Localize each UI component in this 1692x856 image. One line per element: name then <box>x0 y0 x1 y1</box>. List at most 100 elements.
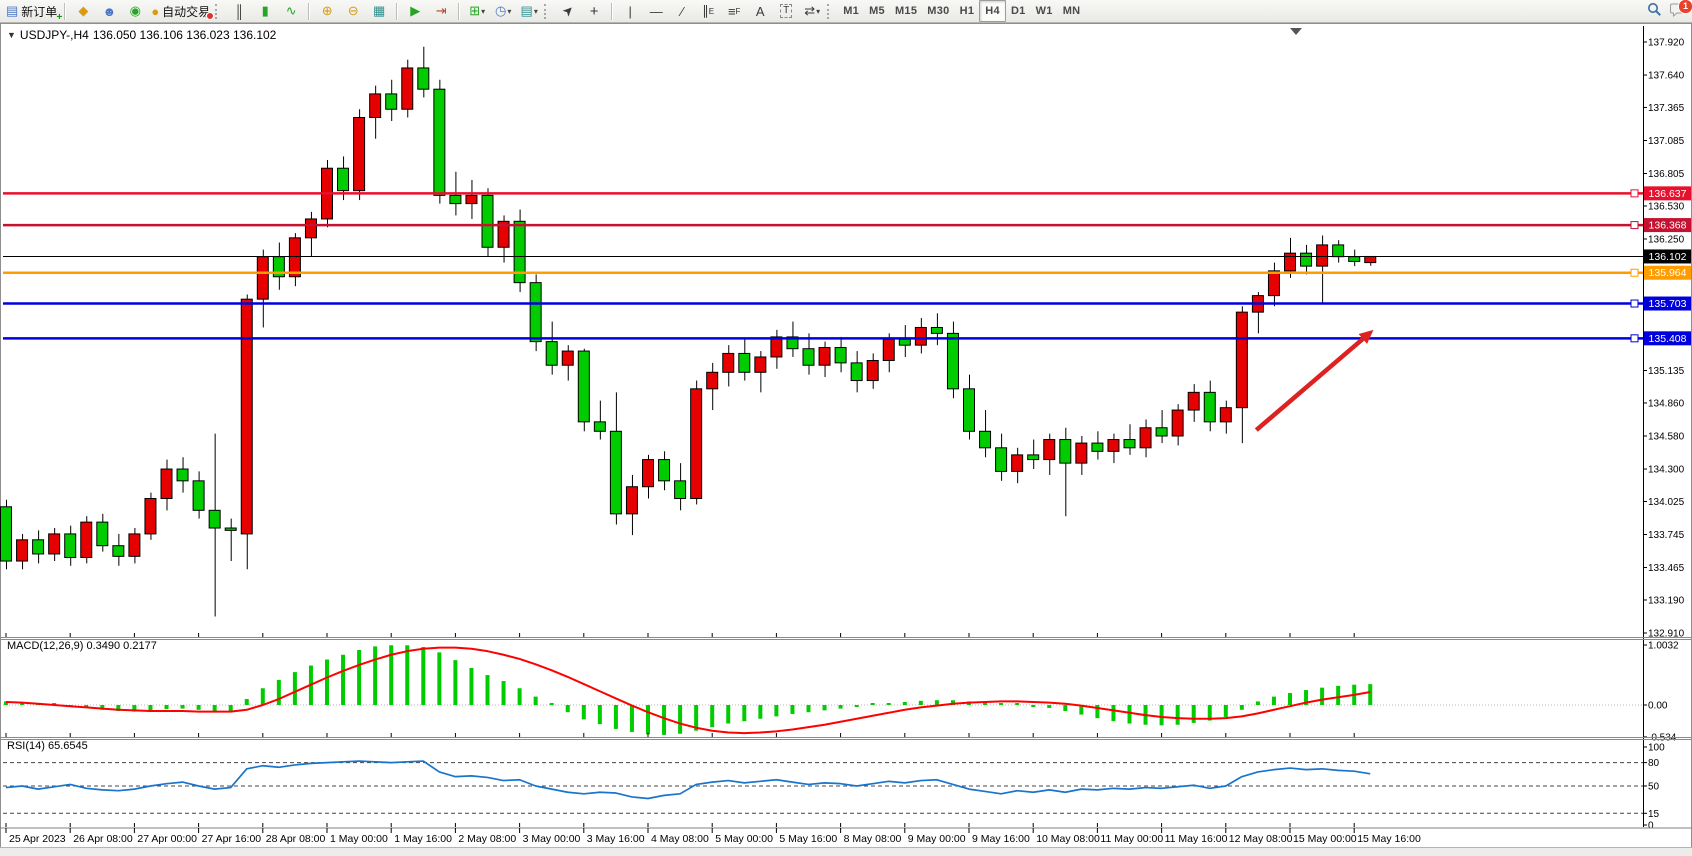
trend-arrow-annotation[interactable] <box>1256 330 1373 430</box>
candle <box>81 522 92 557</box>
cursor-button[interactable]: ➤ <box>555 1 581 21</box>
price-badge-value: 136.637 <box>1649 188 1687 200</box>
bar-chart-button[interactable]: ║ <box>226 1 252 21</box>
timeframe-button-m15[interactable]: M15 <box>890 1 922 21</box>
search-icon[interactable] <box>1647 2 1662 22</box>
candle <box>1365 256 1376 262</box>
candle <box>1301 253 1312 266</box>
candle <box>755 357 766 372</box>
timeframe-button-m30[interactable]: M30 <box>922 1 954 21</box>
candle <box>851 363 862 381</box>
dropdown-caret-icon: ▾ <box>481 7 485 16</box>
time-label: 2 May 08:00 <box>458 833 516 845</box>
zoom-in-button[interactable]: ⊕ <box>314 1 340 21</box>
indicators-button[interactable]: ⊞▾ <box>464 1 490 21</box>
candle <box>996 448 1007 472</box>
community-button[interactable]: ☻ <box>96 1 122 21</box>
indicators-icon: ⊞ <box>469 3 480 19</box>
candle <box>1156 428 1167 436</box>
horizontal-line-icon: — <box>650 4 663 19</box>
channel-button[interactable]: ∥E <box>695 1 721 21</box>
horizontal-line-button[interactable]: — <box>643 1 669 21</box>
candle <box>546 342 557 366</box>
timeframe-button-h1[interactable]: H1 <box>955 1 980 21</box>
candle <box>129 534 140 556</box>
line-chart-button[interactable]: ∿ <box>278 1 304 21</box>
tile-windows-button[interactable]: ▦ <box>366 1 392 21</box>
price-axis-label: 133.745 <box>1648 530 1685 541</box>
timeframe-button-w1[interactable]: W1 <box>1031 1 1058 21</box>
templates-icon: ▤ <box>521 3 533 19</box>
candle <box>1012 455 1023 472</box>
line-anchor-marker[interactable] <box>1631 222 1638 229</box>
candle <box>1204 392 1215 421</box>
bar-chart-icon: ║ <box>235 4 244 19</box>
vertical-line-button[interactable]: | <box>617 1 643 21</box>
crosshair-button[interactable]: + <box>581 1 607 21</box>
trendline-button[interactable]: ∕ <box>669 1 695 21</box>
timeframe-button-h4[interactable]: H4 <box>979 0 1006 22</box>
notifications-button[interactable]: 1 <box>1670 2 1687 22</box>
chart-canvas[interactable]: 136.637136.368136.102135.964135.703135.4… <box>0 0 1692 856</box>
zoom-in-icon: ⊕ <box>322 3 333 19</box>
autotrading-icon: ● <box>151 4 159 19</box>
price-axis-label: 136.530 <box>1648 201 1685 212</box>
candle <box>1108 440 1119 452</box>
timeframe-button-mn[interactable]: MN <box>1058 1 1086 21</box>
text-tool-icon: A <box>756 4 765 19</box>
diamond-icon: ◆ <box>78 3 88 19</box>
rsi-axis-label: 50 <box>1648 782 1660 793</box>
text-tool-button[interactable]: A <box>747 1 773 21</box>
time-label: 15 May 16:00 <box>1357 833 1421 845</box>
price-axis[interactable]: 136.637136.368136.102135.964135.703135.4… <box>1643 26 1691 832</box>
zoom-out-button[interactable]: ⊖ <box>340 1 366 21</box>
autotrading-button[interactable]: ● 自动交易 <box>148 1 213 21</box>
candle <box>947 333 958 388</box>
line-anchor-marker[interactable] <box>1631 300 1638 307</box>
arrows-tool-button[interactable]: ⇄▾ <box>799 1 825 21</box>
candle <box>209 510 220 528</box>
candle <box>1172 410 1183 436</box>
separator <box>308 3 310 20</box>
timeframe-button-m1[interactable]: M1 <box>838 1 864 21</box>
rsi-axis-label: 0 <box>1648 821 1654 832</box>
one-click-trading-caret-icon[interactable]: ▼ <box>7 30 16 40</box>
price-axis-label: 135.135 <box>1648 366 1685 377</box>
candle <box>1 507 12 561</box>
separator <box>458 3 460 20</box>
main-price-panel <box>1 28 1644 616</box>
candlestick-button[interactable]: ▮ <box>252 1 278 21</box>
line-anchor-marker[interactable] <box>1631 269 1638 276</box>
community-icon: ☻ <box>102 4 116 19</box>
toolbar-grip <box>215 4 222 19</box>
auto-scroll-button[interactable]: ▶ <box>402 1 428 21</box>
candle <box>594 422 605 431</box>
market-button[interactable]: ◆ <box>70 1 96 21</box>
new-order-button[interactable]: ▤ + 新订单 <box>3 1 60 21</box>
candle <box>1285 253 1296 271</box>
timeframe-button-d1[interactable]: D1 <box>1006 1 1031 21</box>
line-anchor-marker[interactable] <box>1631 190 1638 197</box>
candle <box>1044 440 1055 460</box>
chart-shift-button[interactable]: ⇥ <box>428 1 454 21</box>
candle <box>1092 443 1103 451</box>
line-anchor-marker[interactable] <box>1631 335 1638 342</box>
signals-button[interactable]: ◉ <box>122 1 148 21</box>
time-label: 26 Apr 08:00 <box>73 833 133 845</box>
horizontal-scrollbar[interactable] <box>0 847 1692 856</box>
label-tool-button[interactable]: T <box>773 1 799 21</box>
dropdown-caret-icon: ▾ <box>507 7 511 16</box>
candle <box>707 372 718 389</box>
tile-windows-icon: ▦ <box>373 3 385 19</box>
timeframe-button-m5[interactable]: M5 <box>864 1 890 21</box>
periods-button[interactable]: ◷▾ <box>490 1 516 21</box>
channel-sub-label: E <box>709 7 714 16</box>
fibonacci-button[interactable]: ≡F <box>721 1 747 21</box>
templates-button[interactable]: ▤▾ <box>516 1 542 21</box>
chart-shift-marker[interactable] <box>1290 28 1302 35</box>
dropdown-caret-icon: ▾ <box>816 7 820 16</box>
rsi-axis-label: 80 <box>1648 758 1660 769</box>
label-tool-icon: T <box>780 4 792 18</box>
candle <box>1140 428 1151 448</box>
time-label: 1 May 00:00 <box>330 833 388 845</box>
